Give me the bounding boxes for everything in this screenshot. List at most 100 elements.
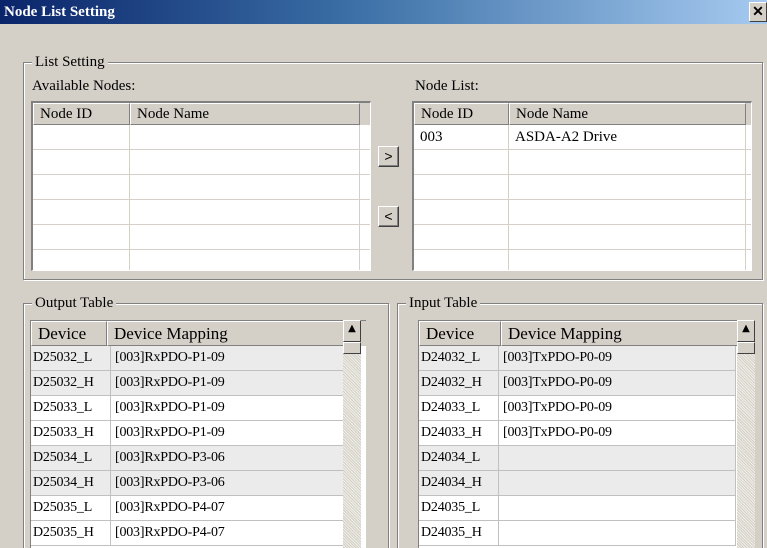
output-table-rows: D25032_L [003]RxPDO-P1-09 D25032_H [003]RxP… xyxy=(31,346,366,546)
remove-node-button[interactable]: < xyxy=(378,206,399,227)
node-id-cell xyxy=(33,125,130,149)
device-mapping-cell: [003]TxPDO-P0-09 xyxy=(499,421,736,446)
device-mapping-cell: [003]RxPDO-P1-09 xyxy=(111,371,348,396)
input-table-label: Input Table xyxy=(406,294,481,312)
list-item[interactable] xyxy=(33,250,370,270)
table-row[interactable]: D24035_H xyxy=(419,521,743,546)
node-name-cell xyxy=(509,150,746,174)
table-row[interactable]: D24032_L [003]TxPDO-P0-09 xyxy=(419,346,743,371)
node-name-cell xyxy=(509,225,746,249)
node-name-cell xyxy=(509,200,746,224)
node-id-cell xyxy=(33,150,130,174)
input-table-scrollbar[interactable]: ▲ xyxy=(737,320,755,548)
table-row[interactable]: D25035_L [003]RxPDO-P4-07 xyxy=(31,496,366,521)
table-row[interactable]: D24033_L [003]TxPDO-P0-09 xyxy=(419,396,743,421)
output-table[interactable]: Device Device Mapping D25032_L [003]RxPDO… xyxy=(30,320,366,548)
list-item[interactable] xyxy=(414,250,751,270)
device-mapping-cell xyxy=(499,496,736,521)
table-row[interactable]: D24033_H [003]TxPDO-P0-09 xyxy=(419,421,743,446)
table-row[interactable]: D25033_L [003]RxPDO-P1-09 xyxy=(31,396,366,421)
table-row[interactable]: D25035_H [003]RxPDO-P4-07 xyxy=(31,521,366,546)
table-row[interactable]: D24032_H [003]TxPDO-P0-09 xyxy=(419,371,743,396)
title-bar[interactable]: Node List Setting ✕ xyxy=(0,0,767,24)
scroll-up-button[interactable]: ▲ xyxy=(737,320,755,342)
list-item[interactable] xyxy=(414,225,751,250)
table-row[interactable]: D25034_H [003]RxPDO-P3-06 xyxy=(31,471,366,496)
device-cell: D24033_H xyxy=(419,421,499,446)
scroll-thumb[interactable] xyxy=(737,342,755,354)
output-table-header: Device Device Mapping xyxy=(31,321,366,346)
device-mapping-cell: [003]TxPDO-P0-09 xyxy=(499,396,736,421)
node-name-cell xyxy=(130,200,360,224)
list-item[interactable] xyxy=(33,175,370,200)
scroll-up-button[interactable]: ▲ xyxy=(343,320,361,342)
list-item[interactable]: 003 ASDA-A2 Drive xyxy=(414,125,751,150)
list-item[interactable] xyxy=(414,150,751,175)
node-id-cell xyxy=(414,250,509,270)
device-mapping-cell: [003]RxPDO-P3-06 xyxy=(111,446,348,471)
device-mapping-cell: [003]RxPDO-P1-09 xyxy=(111,421,348,446)
column-header-node-id[interactable]: Node ID xyxy=(33,103,130,125)
table-row[interactable]: D25034_L [003]RxPDO-P3-06 xyxy=(31,446,366,471)
column-header-device[interactable]: Device xyxy=(31,321,107,346)
device-mapping-cell xyxy=(499,446,736,471)
device-cell: D24035_H xyxy=(419,521,499,546)
node-id-cell xyxy=(414,175,509,199)
device-cell: D24034_H xyxy=(419,471,499,496)
node-id-cell xyxy=(33,200,130,224)
device-cell: D25033_H xyxy=(31,421,111,446)
device-cell: D24035_L xyxy=(419,496,499,521)
device-cell: D25034_H xyxy=(31,471,111,496)
output-table-label: Output Table xyxy=(32,294,117,312)
output-table-scrollbar[interactable]: ▲ xyxy=(343,320,361,548)
device-mapping-cell: [003]RxPDO-P1-09 xyxy=(111,396,348,421)
table-row[interactable]: D24035_L xyxy=(419,496,743,521)
add-node-button[interactable]: > xyxy=(378,146,399,167)
device-cell: D25033_L xyxy=(31,396,111,421)
table-row[interactable]: D24034_L xyxy=(419,446,743,471)
device-cell: D25035_H xyxy=(31,521,111,546)
available-nodes-list[interactable]: Node ID Node Name xyxy=(31,101,371,271)
table-row[interactable]: D25033_H [003]RxPDO-P1-09 xyxy=(31,421,366,446)
list-item[interactable] xyxy=(33,225,370,250)
list-item[interactable] xyxy=(414,175,751,200)
node-name-cell xyxy=(509,250,746,270)
node-list[interactable]: Node ID Node Name 003 ASDA-A2 Drive xyxy=(412,101,752,271)
device-mapping-cell: [003]TxPDO-P0-09 xyxy=(499,346,736,371)
device-mapping-cell: [003]RxPDO-P4-07 xyxy=(111,496,348,521)
input-table[interactable]: Device Device Mapping D24032_L [003]TxPDO… xyxy=(418,320,743,548)
device-mapping-cell xyxy=(499,521,736,546)
device-cell: D25032_H xyxy=(31,371,111,396)
list-item[interactable] xyxy=(33,125,370,150)
column-header-device-mapping[interactable]: Device Mapping xyxy=(501,321,738,346)
node-name-cell xyxy=(130,225,360,249)
node-id-cell: 003 xyxy=(414,125,509,149)
node-name-cell xyxy=(130,125,360,149)
device-mapping-cell: [003]RxPDO-P3-06 xyxy=(111,471,348,496)
node-name-cell xyxy=(509,175,746,199)
node-id-cell xyxy=(33,250,130,270)
scroll-thumb[interactable] xyxy=(343,342,361,354)
column-header-node-name[interactable]: Node Name xyxy=(509,103,746,125)
window-title: Node List Setting xyxy=(4,4,115,20)
node-id-cell xyxy=(414,225,509,249)
list-item[interactable] xyxy=(33,150,370,175)
available-nodes-label: Available Nodes: xyxy=(32,78,136,94)
list-item[interactable] xyxy=(414,200,751,225)
node-list-label: Node List: xyxy=(415,78,479,94)
available-nodes-header: Node ID Node Name xyxy=(33,103,370,125)
column-header-device[interactable]: Device xyxy=(419,321,501,346)
column-header-device-mapping[interactable]: Device Mapping xyxy=(107,321,344,346)
node-list-header: Node ID Node Name xyxy=(414,103,751,125)
table-row[interactable]: D25032_L [003]RxPDO-P1-09 xyxy=(31,346,366,371)
device-cell: D24032_L xyxy=(419,346,499,371)
table-row[interactable]: D24034_H xyxy=(419,471,743,496)
device-mapping-cell xyxy=(499,471,736,496)
node-id-cell xyxy=(33,175,130,199)
table-row[interactable]: D25032_H [003]RxPDO-P1-09 xyxy=(31,371,366,396)
column-header-node-id[interactable]: Node ID xyxy=(414,103,509,125)
close-button[interactable]: ✕ xyxy=(749,2,767,22)
node-name-cell: ASDA-A2 Drive xyxy=(509,125,746,149)
list-item[interactable] xyxy=(33,200,370,225)
column-header-node-name[interactable]: Node Name xyxy=(130,103,360,125)
